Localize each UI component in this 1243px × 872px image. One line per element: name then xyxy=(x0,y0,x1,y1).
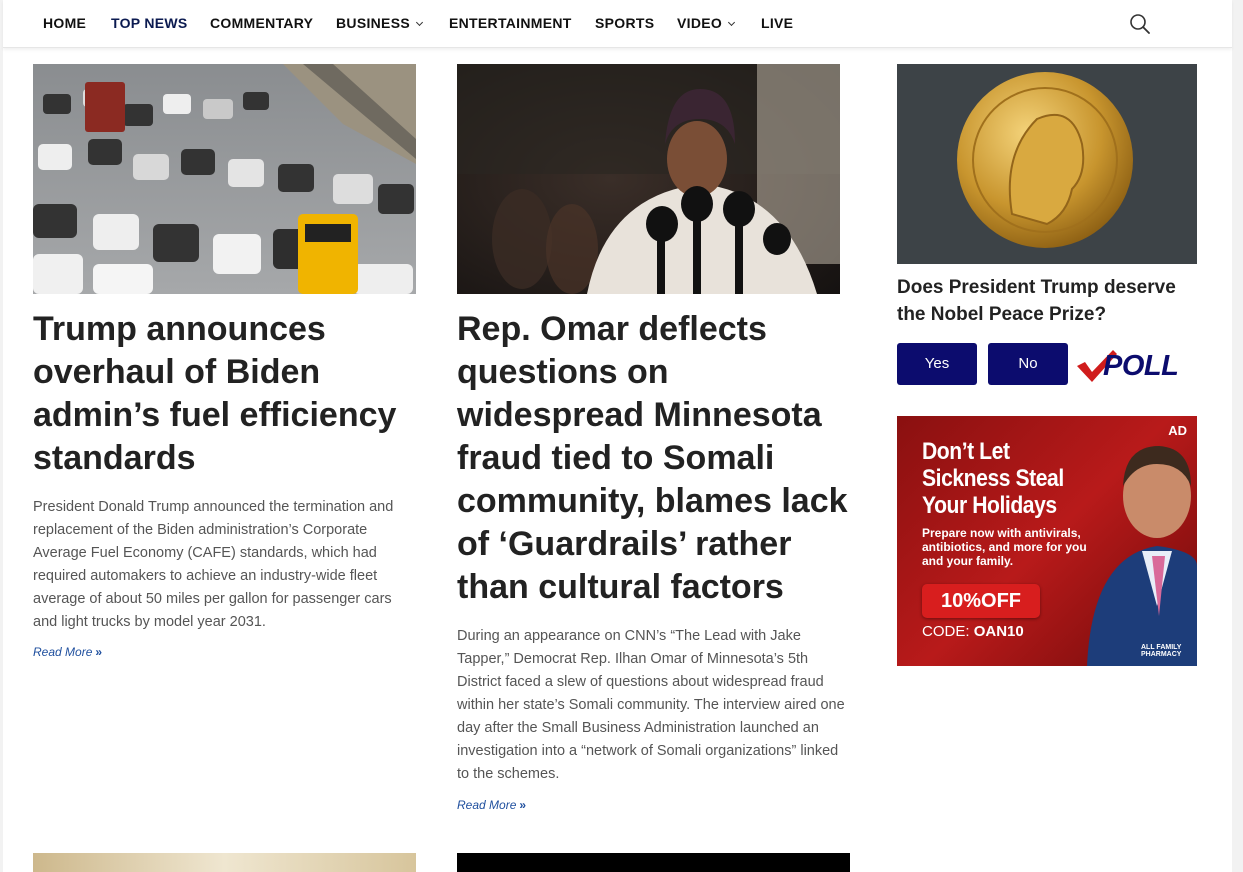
nav-commentary[interactable]: COMMENTARY xyxy=(210,15,313,31)
article-excerpt: President Donald Trump announced the ter… xyxy=(33,499,394,630)
poll-question: Does President Trump deserve the Nobel P… xyxy=(897,277,1176,325)
ad-brand-logo: ALL FAMILY PHARMACY xyxy=(1141,644,1182,658)
article-excerpt: During an appearance on CNN’s “The Lead … xyxy=(457,628,845,782)
nav-home[interactable]: HOME xyxy=(43,15,86,31)
double-chevron-right-icon: » xyxy=(519,798,527,812)
article-image-speaker[interactable] xyxy=(457,64,840,294)
chevron-down-icon xyxy=(728,18,736,27)
poll-image-medal xyxy=(897,64,1197,264)
article-video-partial[interactable] xyxy=(457,853,850,872)
poll-logo: POLL xyxy=(1075,348,1199,384)
read-more-link[interactable]: Read More» xyxy=(457,798,526,812)
article-image-traffic[interactable] xyxy=(33,64,416,294)
article-headline[interactable]: Trump announces overhaul of Biden admin’… xyxy=(33,308,413,480)
double-chevron-right-icon: » xyxy=(95,645,103,659)
chevron-down-icon xyxy=(415,18,424,27)
advertisement[interactable]: AD Don’t Let Sickness Steal Your Holiday… xyxy=(897,416,1197,666)
article-image-partial[interactable] xyxy=(33,853,416,872)
ad-badge: AD xyxy=(1168,423,1187,438)
ad-code: CODE: OAN10 xyxy=(922,623,1024,640)
nav-entertainment[interactable]: ENTERTAINMENT xyxy=(449,15,572,31)
nav-video[interactable]: VIDEO xyxy=(677,15,736,31)
ad-subtext: Prepare now with antivirals, antibiotics… xyxy=(922,526,1087,568)
poll-no-button[interactable]: No xyxy=(988,343,1068,385)
main-nav: HOME TOP NEWS COMMENTARY BUSINESS ENTERT… xyxy=(3,0,1232,48)
ad-headline: Don’t Let Sickness Steal Your Holidays xyxy=(922,438,1064,519)
ad-offer-badge: 10%OFF xyxy=(922,584,1040,618)
nav-top-news[interactable]: TOP NEWS xyxy=(111,15,188,31)
poll-yes-button[interactable]: Yes xyxy=(897,343,977,385)
nav-sports[interactable]: SPORTS xyxy=(595,15,654,31)
search-icon[interactable] xyxy=(1129,13,1151,35)
nav-live[interactable]: LIVE xyxy=(761,15,793,31)
article-headline[interactable]: Rep. Omar deflects questions on widespre… xyxy=(457,308,857,609)
page: HOME TOP NEWS COMMENTARY BUSINESS ENTERT… xyxy=(3,0,1232,872)
read-more-link[interactable]: Read More» xyxy=(33,645,102,659)
nav-business[interactable]: BUSINESS xyxy=(336,15,424,31)
